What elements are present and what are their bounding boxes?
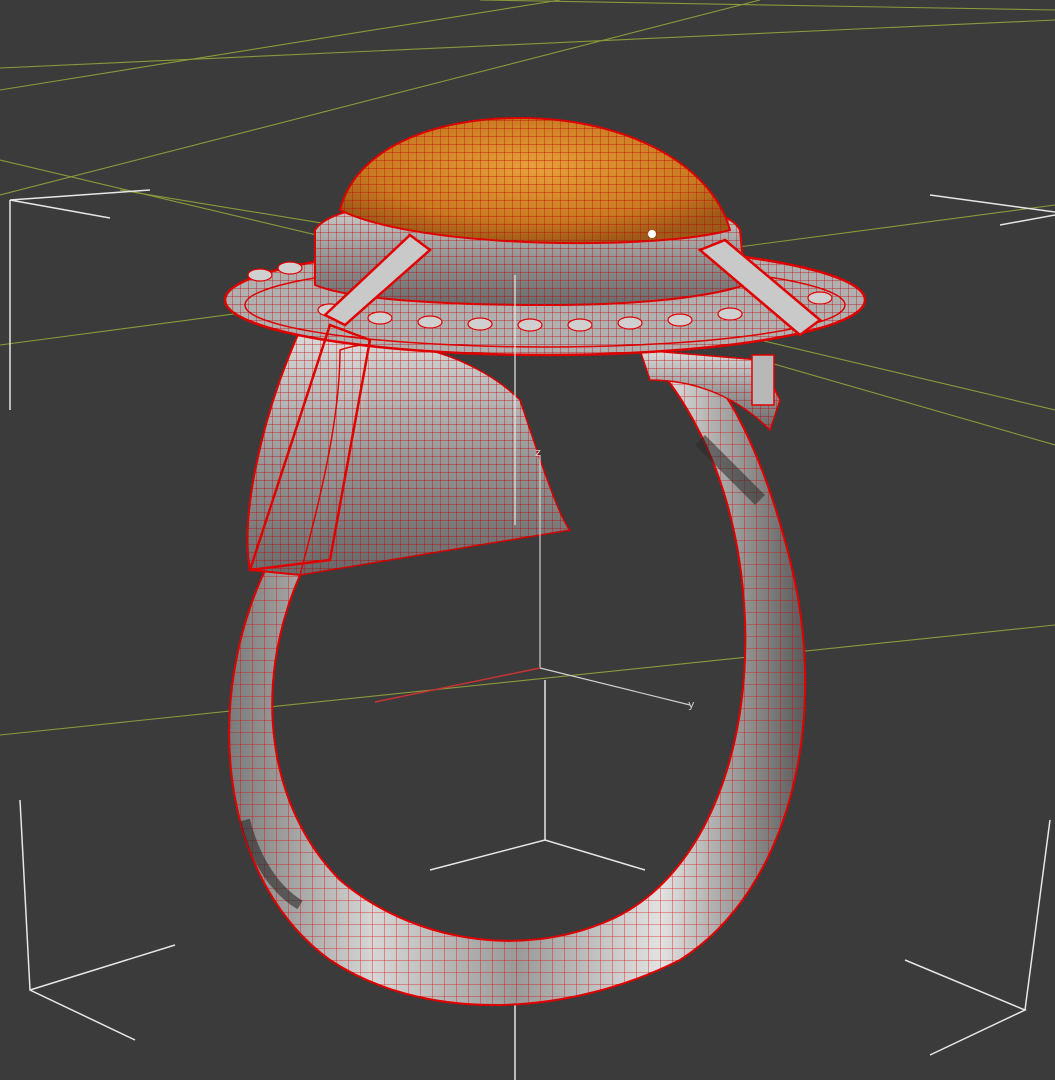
gemstone bbox=[338, 116, 732, 245]
z-axis-label: z bbox=[535, 446, 541, 459]
perspective-grid bbox=[0, 0, 1055, 736]
y-axis-label: y bbox=[688, 698, 695, 711]
shank-arms bbox=[246, 329, 781, 577]
viewport-scene: z y bbox=[0, 0, 1055, 1080]
3d-viewport[interactable]: z y bbox=[0, 0, 1055, 1080]
